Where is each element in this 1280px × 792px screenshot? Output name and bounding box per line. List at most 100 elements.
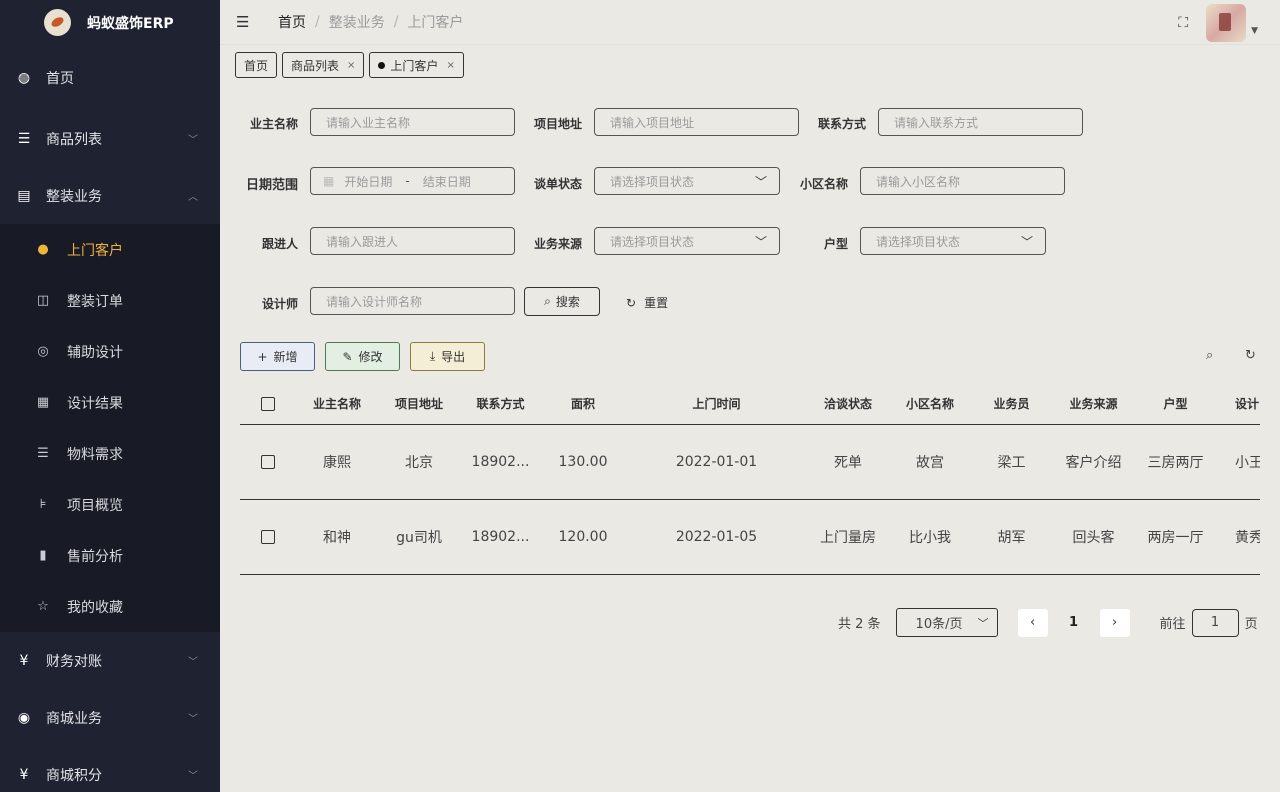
edit-button-label: 修改 [358, 350, 383, 364]
breadcrumb-home[interactable]: 首页 [278, 12, 306, 32]
refresh-icon[interactable]: ↻ [1245, 348, 1256, 363]
edit-button[interactable]: ✎ 修改 [325, 342, 400, 371]
table-cell: 故宫 [916, 455, 944, 471]
sidebar-item-points[interactable]: ¥ 商城积分 ﹀ [0, 746, 220, 792]
sidebar-item-presales[interactable]: ▮ 售前分析 [0, 530, 220, 581]
page-suffix: 页 [1244, 617, 1258, 632]
designer-input[interactable]: 请输入设计师名称 [310, 287, 515, 315]
tag-visit-customers[interactable]: 上门客户 × [369, 52, 464, 78]
placeholder: 请选择项目状态 [610, 174, 695, 189]
close-icon[interactable]: × [446, 60, 454, 71]
contact-input[interactable]: 请输入联系方式 [878, 108, 1083, 136]
column-header[interactable]: 业务员 [971, 383, 1052, 424]
sidebar-item-renovation[interactable]: ▤ 整装业务 ︿ [0, 167, 220, 224]
export-button[interactable]: ⤓ 导出 [410, 342, 485, 371]
search-button-label: 搜索 [555, 295, 580, 309]
follower-input[interactable]: 请输入跟进人 [310, 227, 515, 255]
sidebar-item-products[interactable]: ☰ 商品列表 ﹀ [0, 110, 220, 167]
table-cell: 2022-01-05 [675, 529, 758, 545]
plus-icon: + [257, 349, 268, 364]
breadcrumb-separator: / [393, 14, 399, 30]
add-button-label: 新增 [273, 350, 298, 364]
sidebar-item-overview[interactable]: ⊧ 项目概览 [0, 479, 220, 530]
sidebar-item-finance[interactable]: ¥ 财务对账 ﹀ [0, 632, 220, 689]
sidebar-item-favorites[interactable]: ☆ 我的收藏 [0, 581, 220, 632]
column-header[interactable]: 业务来源 [1053, 383, 1134, 424]
placeholder: 请选择项目状态 [610, 234, 695, 249]
page-number[interactable]: 1 [1048, 615, 1100, 630]
reset-button[interactable]: ↻ 重置 [626, 294, 668, 311]
row-checkbox[interactable] [261, 455, 275, 469]
goto-page-input[interactable]: 1 [1191, 608, 1239, 637]
tag-products[interactable]: 商品列表 × [282, 52, 365, 78]
chevron-down-icon: ﹀ [188, 714, 198, 725]
prev-page-button[interactable]: ‹ [1017, 608, 1048, 637]
sidebar-item-label: 商品列表 [46, 131, 102, 148]
goto-page-value: 1 [1210, 615, 1220, 630]
menu-toggle-icon[interactable]: ☰ [236, 13, 254, 31]
select-all-checkbox[interactable] [261, 396, 275, 411]
house-type-select[interactable]: 请选择项目状态 ﹀ [860, 227, 1046, 255]
sidebar-item-label: 财务对账 [46, 653, 102, 670]
add-button[interactable]: + 新增 [240, 342, 315, 371]
bar-chart-icon: ▮ [39, 548, 47, 563]
sidebar-item-design-results[interactable]: ▦ 设计结果 [0, 377, 220, 428]
date-range-label: 日期范围 [245, 178, 298, 193]
community-label: 小区名称 [799, 177, 848, 191]
owner-name-label: 业主名称 [249, 117, 298, 131]
sidebar-item-label: 上门客户 [67, 242, 123, 259]
row-checkbox[interactable] [261, 530, 275, 544]
search-button[interactable]: ⌕ 搜索 [524, 287, 600, 316]
deal-status-select[interactable]: 请选择项目状态 ﹀ [594, 167, 780, 195]
column-header[interactable]: 设计 [1235, 383, 1260, 424]
goto-label: 前往 [1159, 617, 1186, 632]
table-cell: 和神 [323, 530, 351, 546]
table-cell: 康熙 [323, 455, 351, 471]
tag-home[interactable]: 首页 [235, 52, 278, 78]
chevron-up-icon: ︿ [188, 192, 198, 203]
list-icon: ☰ [37, 446, 49, 461]
source-select[interactable]: 请选择项目状态 ﹀ [594, 227, 780, 255]
tag-label: 商品列表 [291, 58, 340, 73]
table-row[interactable]: 和神 gu司机 18902... 120.00 2022-01-05 上门量房 … [240, 500, 1260, 575]
column-header[interactable]: 上门时间 [624, 383, 809, 424]
sidebar-item-home[interactable]: ◍ 首页 [0, 45, 220, 110]
column-header[interactable]: 业主名称 [297, 383, 377, 424]
search-toggle-icon[interactable]: ⌕ [1206, 348, 1213, 363]
community-input[interactable]: 请输入小区名称 [860, 167, 1065, 195]
sidebar-item-visit-customers[interactable]: ● 上门客户 [0, 224, 220, 275]
book-icon: ◫ [36, 293, 50, 308]
project-address-input[interactable]: 请输入项目地址 [594, 108, 799, 136]
table-cell: 比小我 [909, 530, 951, 546]
end-date-placeholder: 结束日期 [422, 174, 471, 189]
close-icon[interactable]: × [347, 60, 355, 71]
table-cell: gu司机 [396, 530, 442, 546]
avatar[interactable] [1206, 4, 1247, 42]
table-row[interactable]: 康熙 北京 18902... 130.00 2022-01-01 死单 故宫 梁… [240, 425, 1260, 500]
column-header[interactable]: 户型 [1135, 383, 1216, 424]
page-size-select[interactable]: 10条/页 ﹀ [895, 608, 998, 637]
date-range-picker[interactable]: ▦ 开始日期 - 结束日期 [310, 167, 515, 195]
caret-down-icon[interactable]: ▼ [1251, 26, 1258, 36]
column-header[interactable]: 洽谈状态 [808, 383, 888, 424]
sidebar-item-mall[interactable]: ◉ 商城业务 ﹀ [0, 689, 220, 746]
sidebar-item-material[interactable]: ☰ 物料需求 [0, 428, 220, 479]
pagination-total: 共 2 条 [838, 617, 881, 632]
sidebar-item-assist-design[interactable]: ◎ 辅助设计 [0, 326, 220, 377]
column-header[interactable]: 小区名称 [890, 383, 970, 424]
submenu: ● 上门客户 ◫ 整装订单 ◎ 辅助设计 ▦ 设计结果 ☰ 物料需求 ⊧ 项目概… [0, 224, 220, 632]
chevron-down-icon: ﹀ [1020, 234, 1033, 249]
column-header[interactable]: 面积 [543, 383, 623, 424]
fullscreen-icon[interactable]: ⛶ [1178, 15, 1188, 31]
sidebar-item-orders[interactable]: ◫ 整装订单 [0, 275, 220, 326]
column-header[interactable]: 项目地址 [379, 383, 459, 424]
next-page-button[interactable]: › [1099, 608, 1130, 637]
breadcrumb-separator: / [315, 14, 320, 30]
column-header[interactable]: 联系方式 [460, 383, 541, 424]
placeholder: 请选择项目状态 [876, 234, 961, 249]
row-select-cell [256, 425, 280, 499]
chevron-down-icon: ﹀ [977, 616, 989, 630]
owner-name-input[interactable]: 请输入业主名称 [310, 108, 515, 136]
globe-icon: ◉ [17, 709, 31, 726]
header-actions: ⛶ ▼ [1178, 4, 1258, 42]
